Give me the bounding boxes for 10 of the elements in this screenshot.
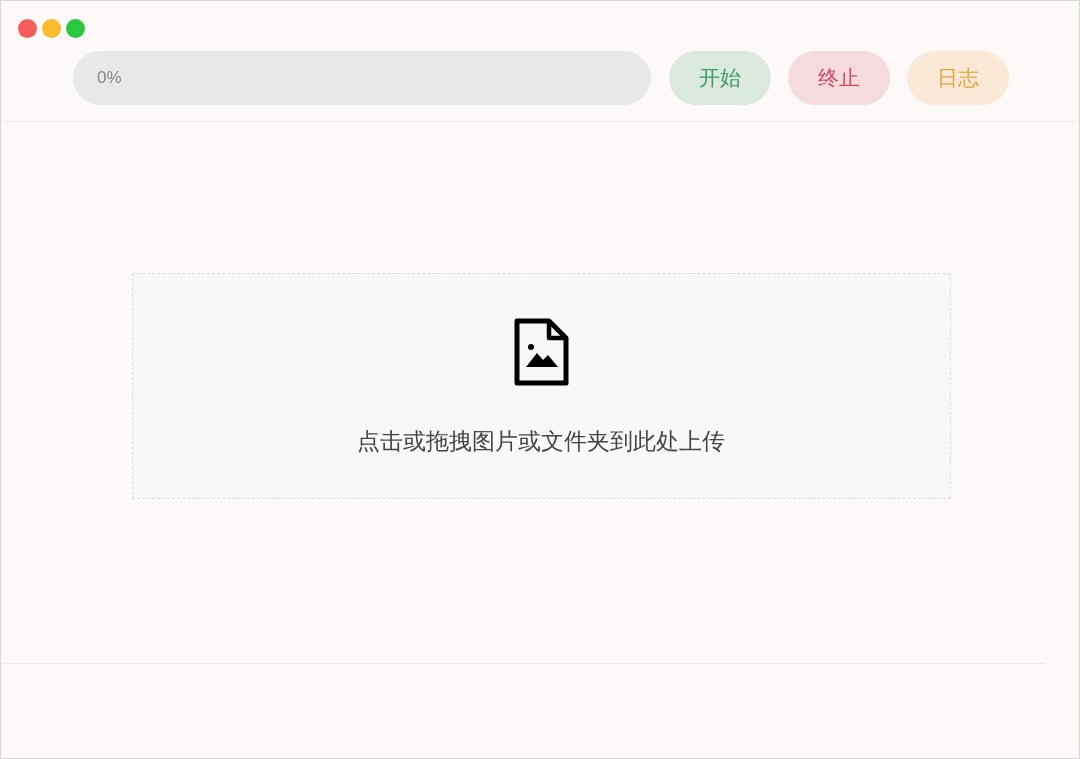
window-minimize-icon[interactable] — [42, 19, 61, 38]
image-file-icon — [513, 318, 569, 386]
window-close-icon[interactable] — [18, 19, 37, 38]
action-button[interactable]: 终止 — [788, 51, 890, 105]
action-button[interactable]: 日志 — [907, 51, 1009, 105]
upload-dropzone[interactable]: 点击或拖拽图片或文件夹到此处上传 — [131, 273, 951, 499]
progress-percent: 0% — [97, 67, 122, 90]
window-maximize-icon[interactable] — [66, 19, 85, 38]
action-button[interactable]: 开始 — [669, 51, 771, 105]
upload-hint: 点击或拖拽图片或文件夹到此处上传 — [357, 427, 725, 456]
